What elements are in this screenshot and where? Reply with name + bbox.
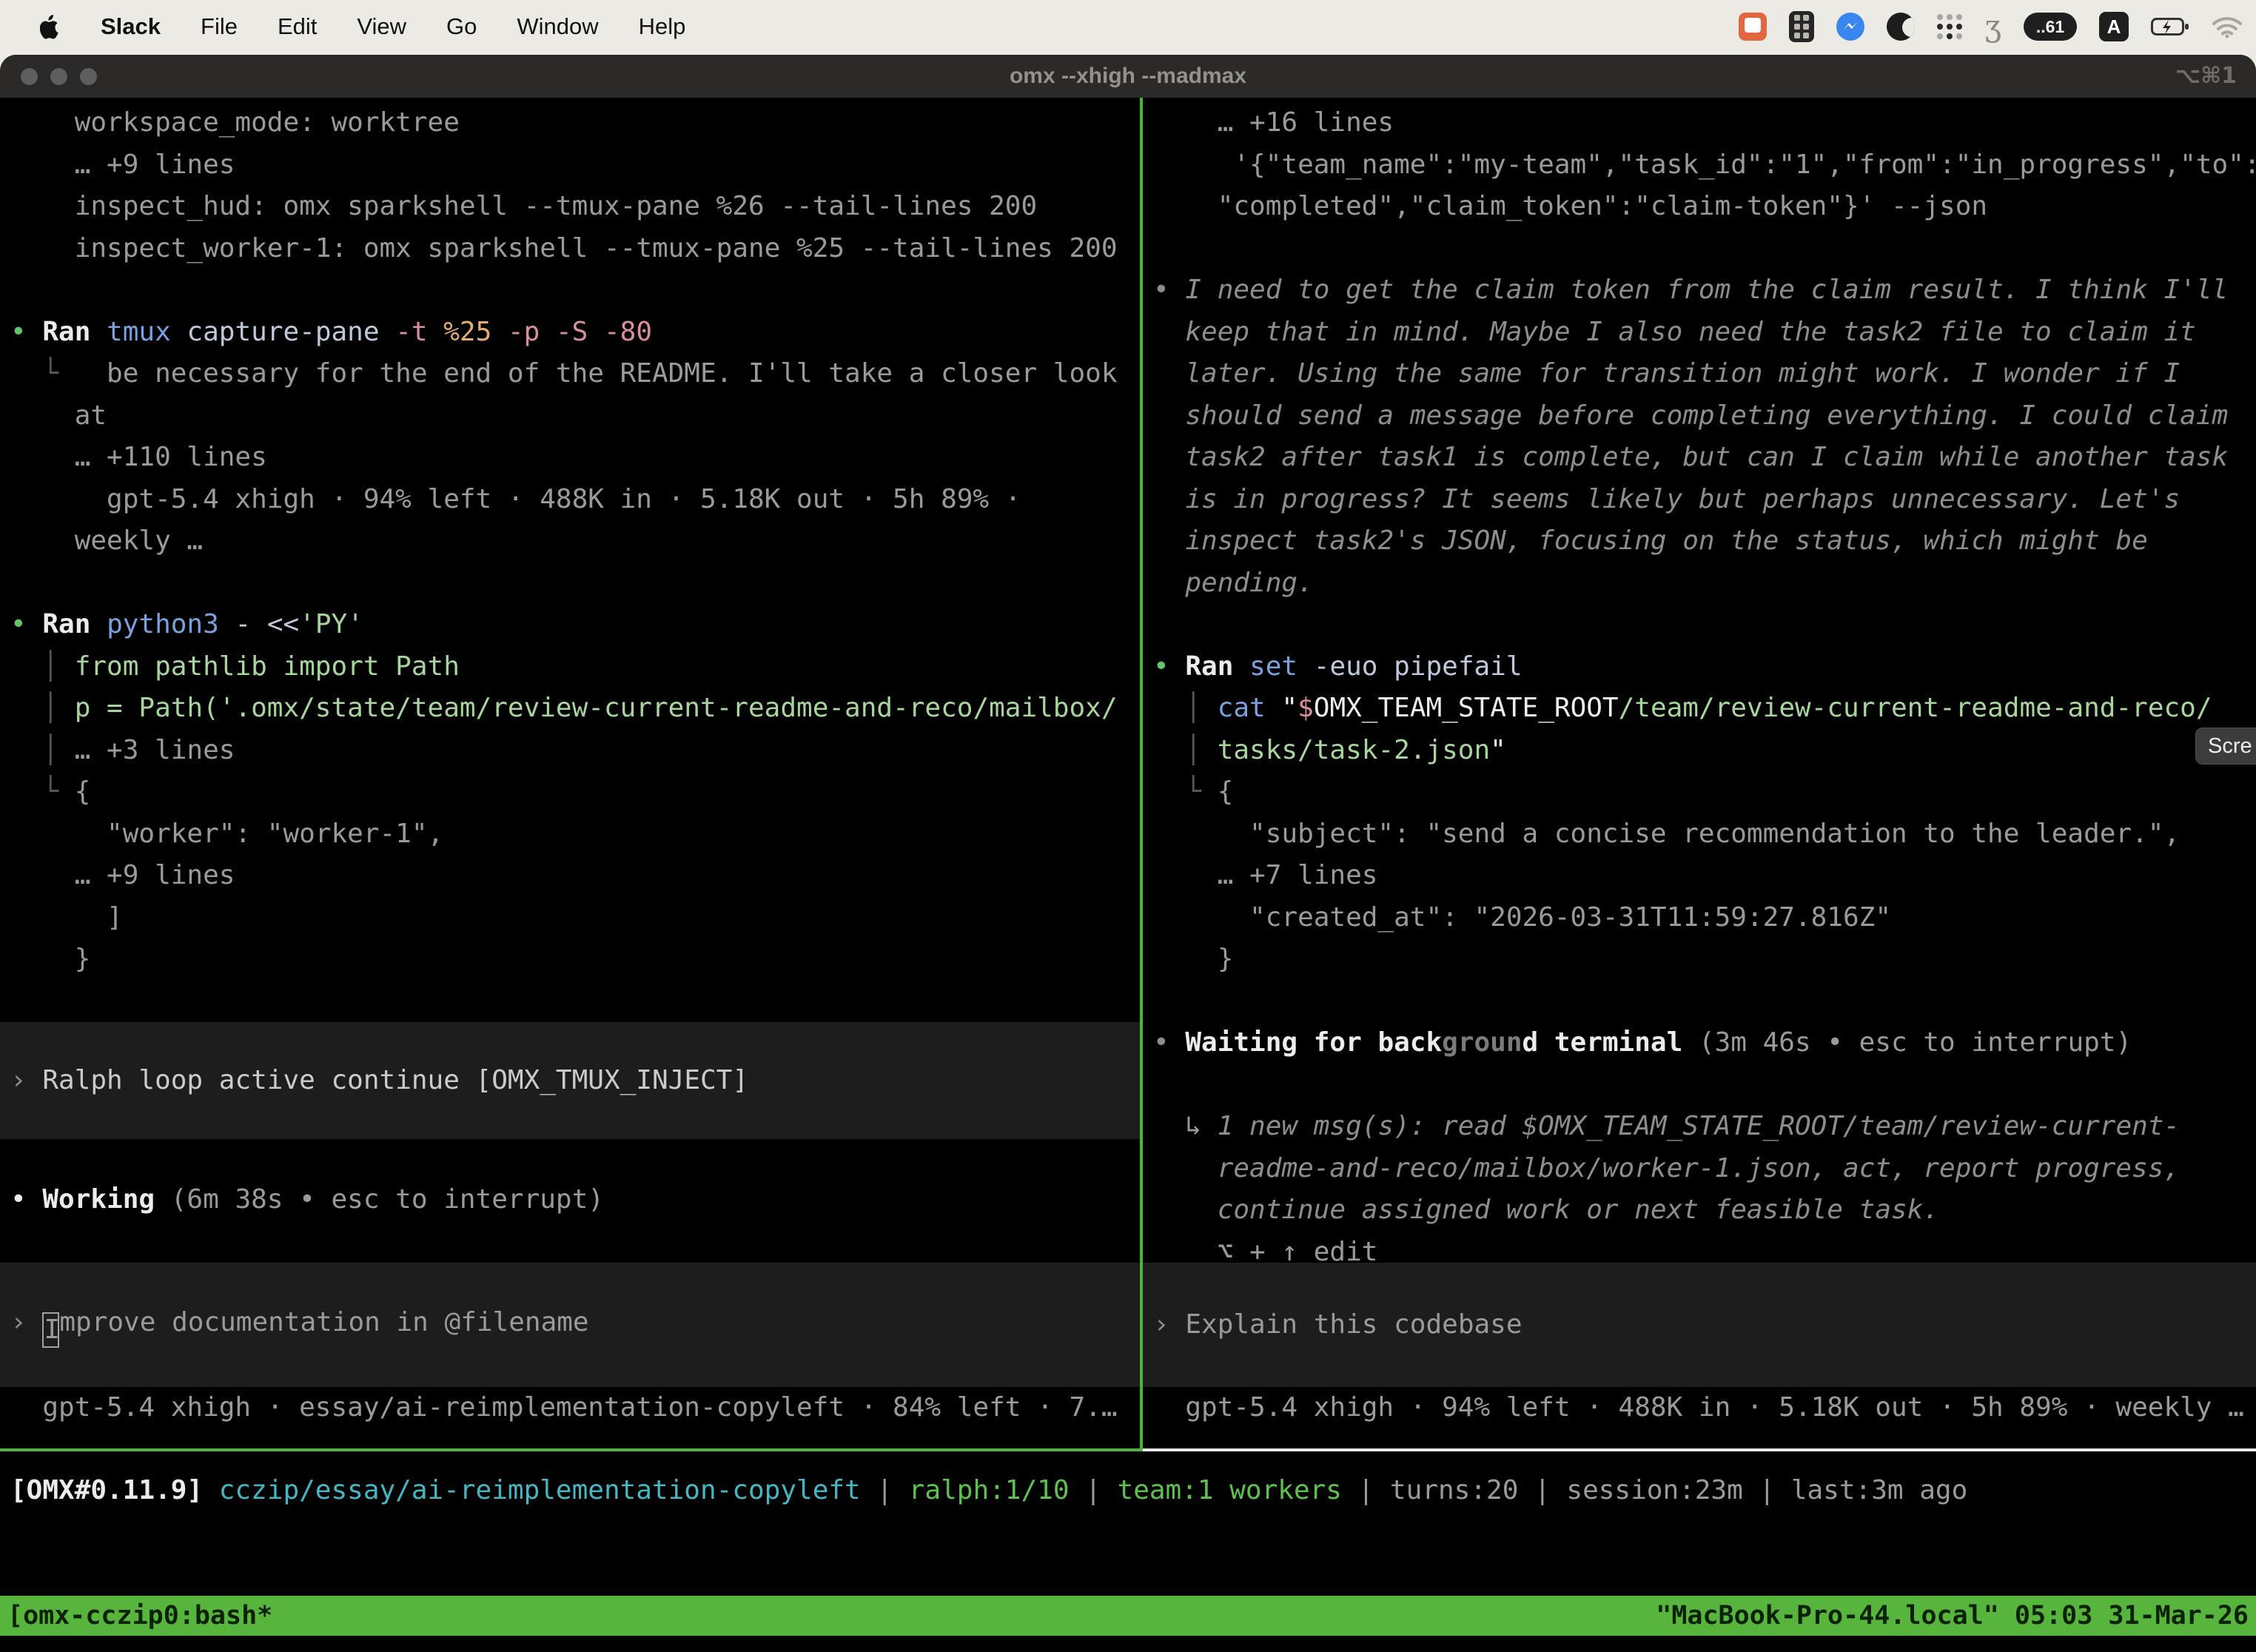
terminal-line: '{"team_name":"my-team","task_id":"1","f…	[1153, 144, 2256, 187]
terminal-line: should send a message before completing …	[1153, 395, 2256, 437]
ralph-loop-banner: › Ralph loop active continue [OMX_TMUX_I…	[0, 1022, 1140, 1139]
terminal-cursor: I	[42, 1312, 59, 1348]
terminal-line: task2 after task1 is complete, but can I…	[1153, 437, 2256, 479]
prompt-input-left-text: › Improve documentation in @filename	[10, 1302, 589, 1348]
prompt-input-right-text: › Explain this codebase	[1153, 1304, 1523, 1346]
tmux-host-clock-label: "MacBook-Pro-44.local" 05:03 31-Mar-26	[1656, 1595, 2249, 1637]
battery-charging-icon[interactable]	[2151, 16, 2189, 37]
terminal-line: ]	[10, 897, 1140, 939]
terminal-line: └ be necessary for the end of the README…	[10, 353, 1140, 395]
terminal-line: }	[1153, 939, 2256, 981]
terminal-line: keep that in mind. Maybe I also need the…	[1153, 312, 2256, 354]
tmux-status-bar: [omx-cczip0:bash* "MacBook-Pro-44.local"…	[0, 1596, 2256, 1636]
terminal-line: workspace_mode: worktree	[10, 102, 1140, 144]
terminal-line: • Ran python3 - <<'PY'	[10, 604, 1140, 646]
menu-bar-status-icons: ʒ ..61 A	[1739, 0, 2243, 53]
terminal-line: at	[10, 395, 1140, 437]
terminal-line: readme-and-reco/mailbox/worker-1.json, a…	[1153, 1148, 2256, 1190]
terminal-line	[1153, 981, 2256, 1023]
menu-item-file[interactable]: File	[201, 6, 238, 48]
terminal-line: │ cat "$OMX_TEAM_STATE_ROOT/team/review-…	[1153, 688, 2256, 730]
screen-recording-icon[interactable]	[1739, 13, 1767, 41]
pane-border-bottom-right[interactable]	[1143, 1448, 2256, 1451]
pane-border-bottom-left[interactable]	[0, 1448, 1143, 1451]
moon-icon[interactable]	[1887, 13, 1915, 41]
hook-icon[interactable]: ʒ	[1984, 13, 2001, 41]
tmux-pane-left[interactable]: workspace_mode: worktree … +9 lines insp…	[0, 98, 1140, 1448]
working-status-line: • Working (6m 38s • esc to interrupt)	[10, 1179, 1140, 1221]
terminal-line: • Ran tmux capture-pane -t %25 -p -S -80	[10, 312, 1140, 354]
keyboard-grid-icon[interactable]	[1789, 11, 1814, 42]
right-model-status-line: gpt-5.4 xhigh · 94% left · 488K in · 5.1…	[1153, 1387, 2256, 1429]
window-title-bar[interactable]: omx --xhigh --madmax ⌥⌘1	[0, 55, 2256, 98]
wifi-icon[interactable]	[2212, 15, 2243, 38]
terminal-line: gpt-5.4 xhigh · 94% left · 488K in · 5.1…	[10, 479, 1140, 521]
terminal-line: └ {	[1153, 771, 2256, 813]
menu-bar: Slack File Edit View Go Window Help ʒ ..61 A	[0, 0, 2256, 53]
terminal-line: │ tasks/task-2.json"	[1153, 730, 2256, 772]
terminal-line: • Ran set -euo pipefail	[1153, 646, 2256, 688]
menu-item-view[interactable]: View	[357, 6, 406, 48]
terminal-line: continue assigned work or next feasible …	[1153, 1189, 2256, 1232]
terminal-content: workspace_mode: worktree … +9 lines insp…	[0, 98, 2256, 1652]
terminal-line: "worker": "worker-1",	[10, 813, 1140, 856]
terminal-line: pending.	[1153, 563, 2256, 605]
terminal-line: ↳ 1 new msg(s): read $OMX_TEAM_STATE_ROO…	[1153, 1106, 2256, 1148]
terminal-line	[10, 981, 1140, 1023]
menu-item-edit[interactable]: Edit	[278, 6, 317, 48]
terminal-line	[1153, 228, 2256, 270]
terminal-line: … +9 lines	[10, 144, 1140, 187]
left-pane-scrollback: workspace_mode: worktree … +9 lines insp…	[10, 102, 1140, 1022]
terminal-line: │ … +3 lines	[10, 730, 1140, 772]
right-pane-scrollback: … +16 lines '{"team_name":"my-team","tas…	[1153, 102, 2256, 1273]
terminal-line: … +16 lines	[1153, 102, 2256, 144]
terminal-line: • Waiting for background terminal (3m 46…	[1153, 1022, 2256, 1064]
terminal-line: "subject": "send a concise recommendatio…	[1153, 813, 2256, 856]
terminal-line: • I need to get the claim token from the…	[1153, 269, 2256, 312]
input-source-icon[interactable]: A	[2099, 12, 2129, 41]
terminal-line: inspect task2's JSON, focusing on the st…	[1153, 520, 2256, 563]
prompt-chevron: ›	[10, 1307, 42, 1337]
menu-item-go[interactable]: Go	[446, 6, 477, 48]
dots-grid-icon[interactable]	[1937, 14, 1962, 39]
terminal-line: inspect_hud: omx sparkshell --tmux-pane …	[10, 186, 1140, 228]
ralph-loop-banner-text: › Ralph loop active continue [OMX_TMUX_I…	[10, 1060, 748, 1102]
prompt-placeholder: mprove documentation in @filename	[59, 1307, 588, 1337]
left-model-status-line: gpt-5.4 xhigh · essay/ai-reimplementatio…	[10, 1387, 1140, 1429]
window-shortcut-hint: ⌥⌘1	[2175, 55, 2237, 98]
terminal-line: │ from pathlib import Path	[10, 646, 1140, 688]
terminal-window: omx --xhigh --madmax ⌥⌘1 workspace_mode:…	[0, 55, 2256, 1652]
terminal-line: later. Using the same for transition mig…	[1153, 353, 2256, 395]
macos-screen: Slack File Edit View Go Window Help ʒ ..61 A	[0, 0, 2256, 1652]
terminal-line	[1153, 1064, 2256, 1107]
terminal-line: weekly …	[10, 520, 1140, 563]
terminal-line: … +7 lines	[1153, 855, 2256, 897]
menu-item-help[interactable]: Help	[639, 6, 686, 48]
terminal-line: is in progress? It seems likely but perh…	[1153, 479, 2256, 521]
menu-items: Slack File Edit View Go Window Help	[101, 6, 685, 48]
screen-sharing-tooltip: Scre	[2195, 728, 2256, 765]
terminal-line: "created_at": "2026-03-31T11:59:27.816Z"	[1153, 897, 2256, 939]
omx-hud-status-line: [OMX#0.11.9] cczip/essay/ai-reimplementa…	[10, 1470, 1967, 1512]
terminal-line: │ p = Path('.omx/state/team/review-curre…	[10, 688, 1140, 730]
terminal-line	[10, 269, 1140, 312]
menu-item-slack[interactable]: Slack	[101, 6, 161, 48]
tmux-pane-right[interactable]: … +16 lines '{"team_name":"my-team","tas…	[1143, 98, 2256, 1448]
terminal-line: … +110 lines	[10, 437, 1140, 479]
terminal-line: … +9 lines	[10, 855, 1140, 897]
tmux-session-window-label: [omx-cczip0:bash*	[7, 1595, 272, 1637]
terminal-line	[10, 563, 1140, 605]
terminal-line: }	[10, 939, 1140, 981]
terminal-line: └ {	[10, 771, 1140, 813]
badge-61-icon[interactable]: ..61	[2024, 13, 2077, 41]
terminal-line: inspect_worker-1: omx sparkshell --tmux-…	[10, 228, 1140, 270]
window-title: omx --xhigh --madmax	[0, 55, 2256, 98]
menu-item-window[interactable]: Window	[517, 6, 598, 48]
prompt-input-left[interactable]: › Improve documentation in @filename	[0, 1263, 1140, 1387]
terminal-line	[1153, 604, 2256, 646]
messenger-icon[interactable]	[1836, 13, 1864, 41]
terminal-line: "completed","claim_token":"claim-token"}…	[1153, 186, 2256, 228]
prompt-input-right[interactable]: › Explain this codebase	[1143, 1263, 2256, 1387]
apple-menu-icon[interactable]	[40, 14, 61, 39]
